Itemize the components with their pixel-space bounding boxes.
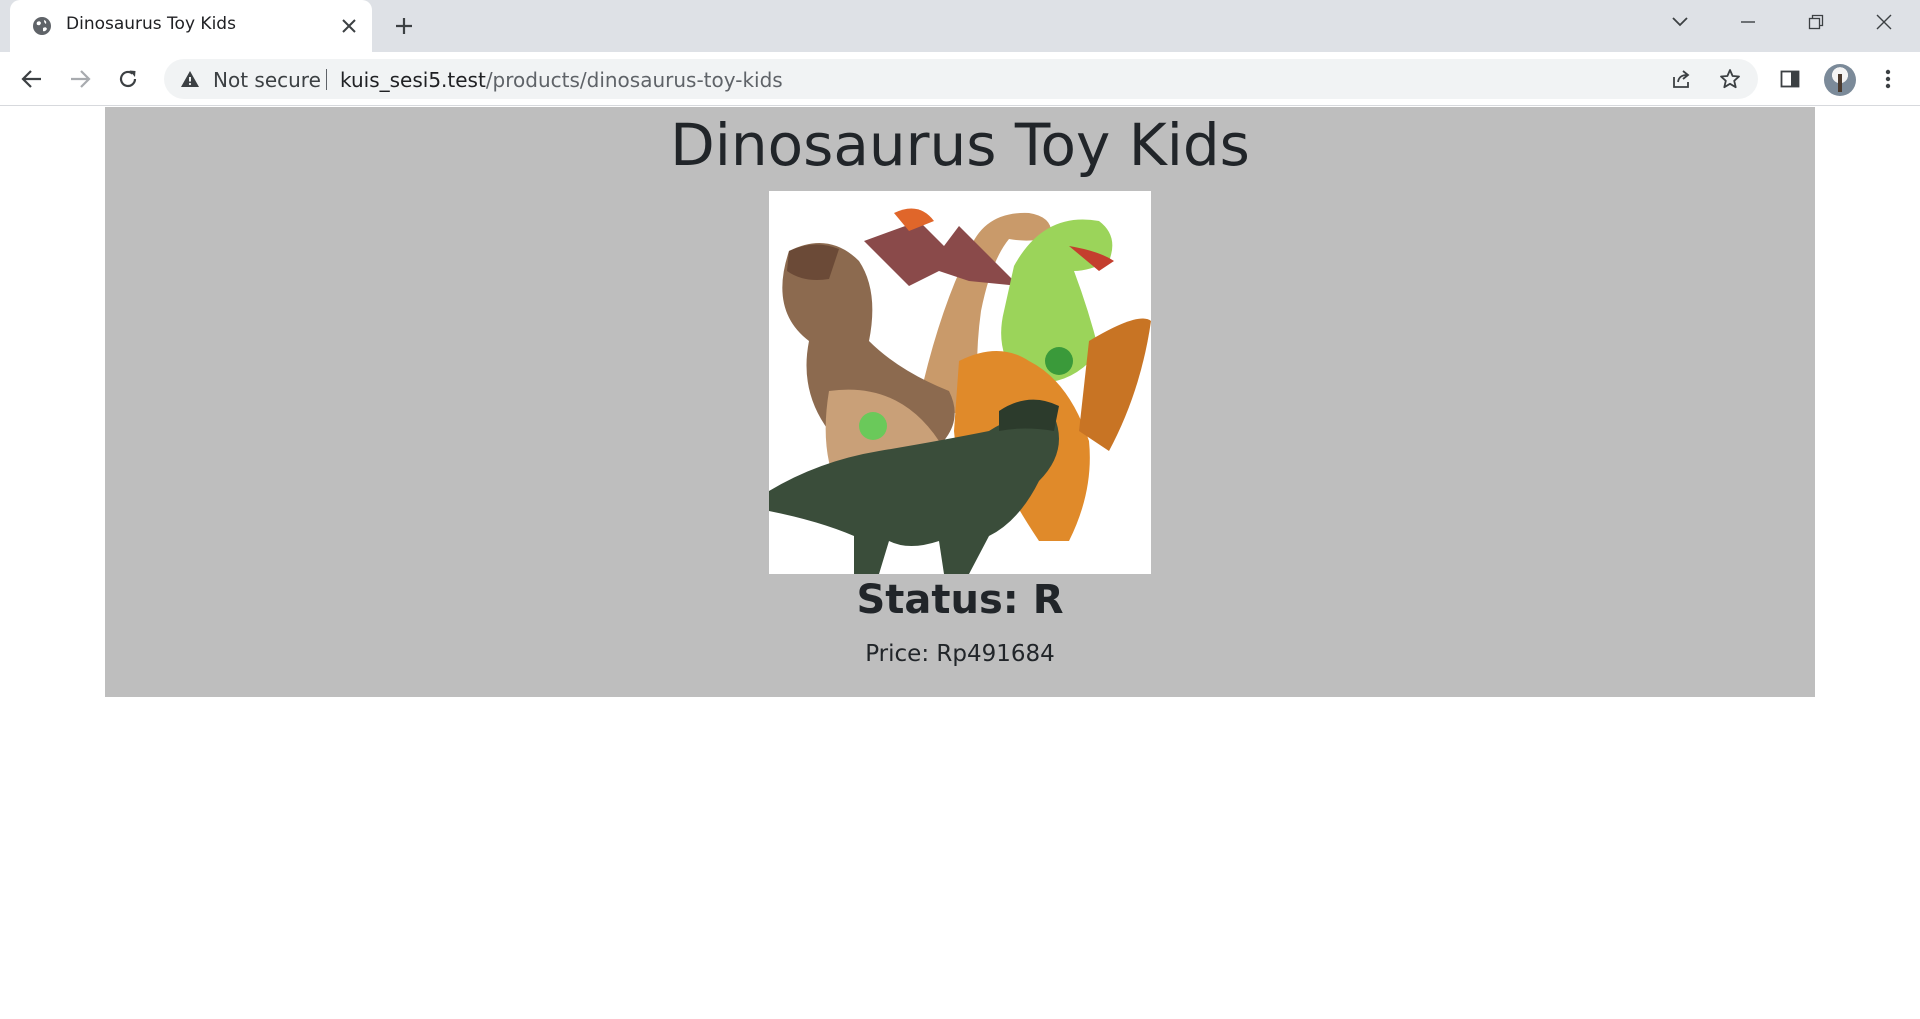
- url-host: kuis_sesi5.test: [340, 68, 486, 92]
- product-card: Dinosaurus Toy Kids Status: R Price: Rp4…: [105, 107, 1815, 697]
- page-content: Dinosaurus Toy Kids Status: R Price: Rp4…: [0, 107, 1920, 1019]
- product-title: Dinosaurus Toy Kids: [670, 111, 1250, 179]
- product-price: Price: Rp491684: [865, 641, 1055, 667]
- reload-icon[interactable]: [112, 63, 144, 95]
- url-text[interactable]: kuis_sesi5.test/products/dinosaurus-toy-…: [340, 68, 783, 92]
- share-icon[interactable]: [1670, 67, 1694, 91]
- back-arrow-icon[interactable]: [16, 63, 48, 95]
- minimize-icon[interactable]: [1714, 0, 1782, 44]
- new-tab-icon[interactable]: [390, 12, 418, 40]
- url-path: /products/dinosaurus-toy-kids: [485, 68, 783, 92]
- tab-strip: Dinosaurus Toy Kids: [0, 0, 1920, 52]
- divider: [326, 69, 327, 90]
- more-menu-icon[interactable]: [1874, 65, 1902, 93]
- browser-tab[interactable]: Dinosaurus Toy Kids: [10, 0, 372, 52]
- security-status[interactable]: Not secure: [213, 68, 321, 92]
- side-panel-icon[interactable]: [1776, 65, 1804, 93]
- tab-search-chevron-icon[interactable]: [1646, 0, 1714, 44]
- profile-avatar[interactable]: [1824, 64, 1856, 96]
- product-status: Status: R: [856, 577, 1064, 623]
- product-image: [769, 191, 1151, 574]
- tab-title: Dinosaurus Toy Kids: [66, 14, 236, 34]
- globe-icon: [32, 16, 52, 36]
- dinosaur-toys-icon: [769, 191, 1151, 574]
- restore-icon[interactable]: [1782, 0, 1850, 44]
- browser-toolbar: Not secure kuis_sesi5.test/products/dino…: [0, 52, 1920, 106]
- warning-icon[interactable]: [180, 69, 200, 89]
- address-bar[interactable]: Not secure kuis_sesi5.test/products/dino…: [164, 59, 1758, 99]
- bookmark-star-icon[interactable]: [1718, 67, 1742, 91]
- close-window-icon[interactable]: [1850, 0, 1918, 44]
- close-tab-icon[interactable]: [337, 14, 361, 38]
- forward-arrow-icon[interactable]: [64, 63, 96, 95]
